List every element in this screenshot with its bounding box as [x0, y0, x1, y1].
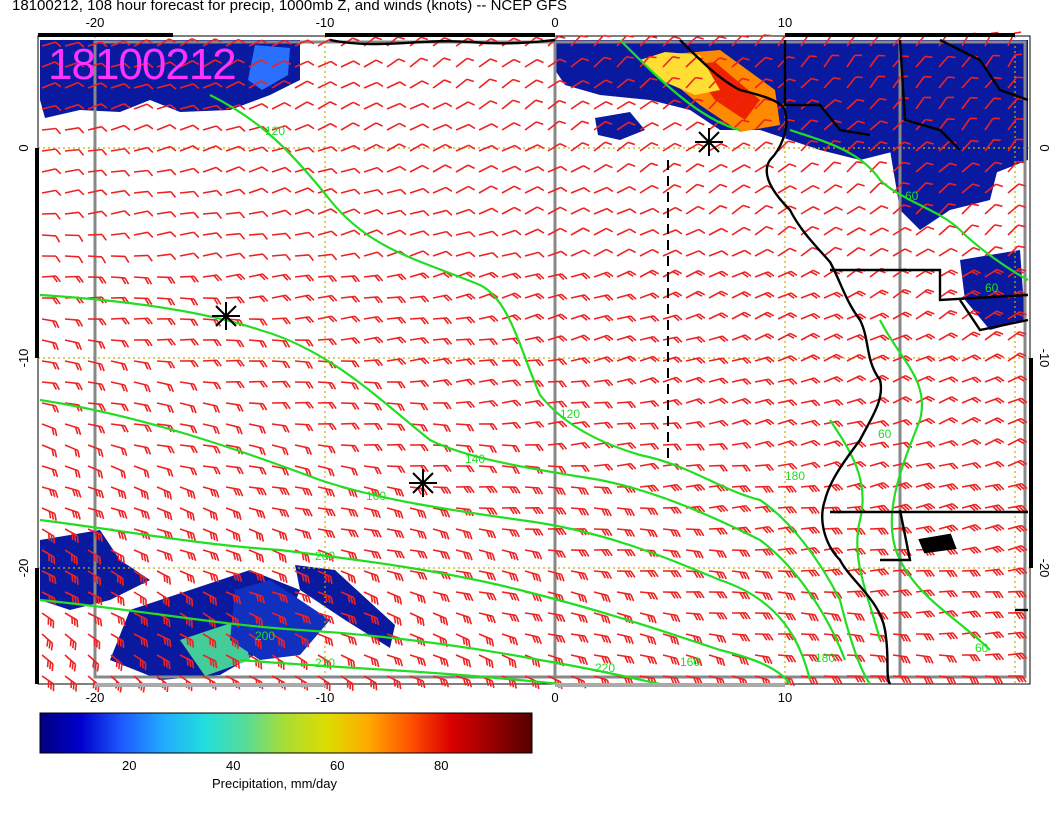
- top-lon-label: 0: [551, 15, 558, 30]
- star-marker: [409, 469, 437, 497]
- left-lat-label: -20: [16, 559, 31, 578]
- contour-label: 120: [265, 124, 285, 138]
- contour-label: 160: [366, 489, 386, 503]
- contour-label: 60: [975, 641, 989, 655]
- colorbar-tick-label: 60: [330, 758, 345, 773]
- contour-label: 160: [680, 655, 700, 669]
- contour-label: 60: [878, 427, 892, 441]
- contour-label: 180: [815, 651, 835, 665]
- bottom-lon-label: -10: [316, 690, 335, 705]
- contour-label: 220: [595, 661, 615, 675]
- star-marker: [212, 302, 240, 330]
- bottom-lon-label: 0: [551, 690, 558, 705]
- contour-label: 140: [465, 452, 485, 466]
- contour-label: 200: [255, 629, 275, 643]
- star-marker: [695, 128, 723, 156]
- colorbar-tick-label: 20: [122, 758, 137, 773]
- right-lat-label: -10: [1037, 349, 1052, 368]
- bottom-lon-label: 10: [778, 690, 792, 705]
- top-lon-label: -10: [316, 15, 335, 30]
- colorbar: [39, 712, 533, 754]
- top-lon-label: -20: [86, 15, 105, 30]
- colorbar-tick-label: 40: [226, 758, 241, 773]
- colorbar-title: Precipitation, mm/day: [212, 776, 337, 791]
- top-lon-label: 10: [778, 15, 792, 30]
- colorbar-tick-label: 80: [434, 758, 449, 773]
- contour-label: 180: [785, 469, 805, 483]
- contour-label: 60: [905, 189, 919, 203]
- forecast-map: 120 120 140 160 160 180 180 200 200 220 …: [16, 15, 1052, 754]
- contour-label: 60: [985, 281, 999, 295]
- left-lat-label: -10: [16, 349, 31, 368]
- contour-label: 220: [315, 656, 335, 670]
- date-stamp: 18100212: [48, 40, 237, 89]
- bottom-lon-label: -20: [86, 690, 105, 705]
- left-lat-label: 0: [16, 144, 31, 151]
- right-lat-label: 0: [1037, 144, 1052, 151]
- right-lat-label: -20: [1037, 559, 1052, 578]
- contour-label: 200: [315, 549, 335, 563]
- contour-label: 120: [560, 407, 580, 421]
